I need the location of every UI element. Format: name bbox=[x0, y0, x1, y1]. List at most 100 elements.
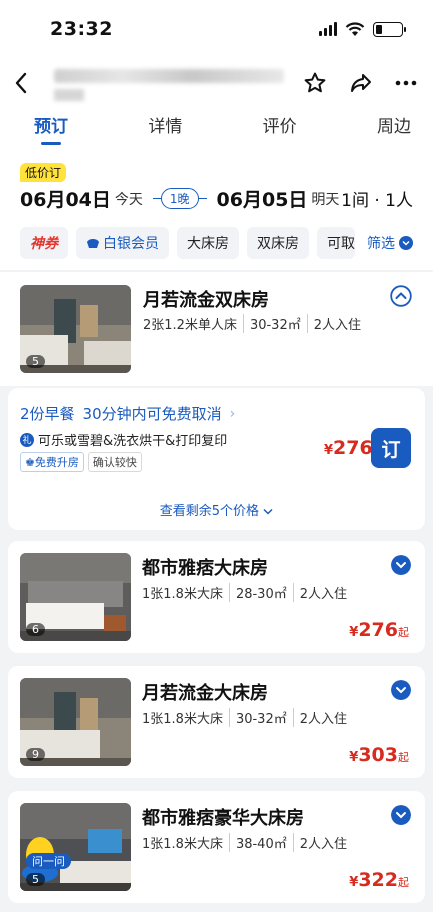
date-row: 06月04日 今天 1晚 06月05日 明天 1间 · 1人 bbox=[20, 185, 413, 212]
status-time: 23:32 bbox=[50, 18, 113, 40]
back-arrow-icon bbox=[15, 72, 27, 94]
back-button[interactable] bbox=[14, 68, 38, 98]
price-value: 303 bbox=[358, 744, 398, 766]
room-spec: 1张1.8米大床 38-40㎡ 2人入住 bbox=[142, 833, 353, 852]
header-area: 23:32 预订 详情 评价 周边 低价订 06月04日 今天 1晚 06月05… bbox=[0, 0, 433, 244]
filter-label: 筛选 bbox=[367, 236, 395, 252]
photo-count-badge: 6 bbox=[26, 623, 45, 636]
room-bed: 1张1.8米大床 bbox=[142, 837, 223, 852]
room-occupancy: 2人入住 bbox=[292, 833, 353, 852]
book-button[interactable]: 订 bbox=[371, 428, 411, 468]
room-price: ¥303起 bbox=[349, 744, 409, 766]
price-value: 276 bbox=[333, 437, 373, 459]
member-icon bbox=[87, 239, 99, 248]
room-photo[interactable]: 问一问 5 bbox=[20, 803, 131, 891]
room-name: 月若流金大床房 bbox=[142, 683, 268, 704]
tab-nearby[interactable]: 周边 bbox=[377, 108, 411, 137]
room-spec: 2张1.2米单人床 30-32㎡ 2人入住 bbox=[143, 314, 367, 333]
checkout-date[interactable]: 06月05日 bbox=[217, 185, 308, 212]
photo-count-badge: 5 bbox=[26, 873, 45, 886]
photo-count-badge: 5 bbox=[26, 355, 45, 368]
room-photo[interactable]: 5 bbox=[20, 285, 131, 373]
offer-tags: ♚免费升房 确认较快 bbox=[20, 452, 142, 472]
chevron-right-icon: › bbox=[229, 405, 236, 422]
room-occupancy: 2人入住 bbox=[292, 583, 353, 602]
battery-icon bbox=[373, 21, 406, 37]
tag-free-upgrade: ♚免费升房 bbox=[20, 452, 84, 472]
room-price: ¥276起 bbox=[349, 619, 409, 641]
share-icon[interactable] bbox=[349, 71, 373, 95]
more-icon[interactable] bbox=[395, 80, 417, 86]
chevron-down-icon bbox=[399, 236, 413, 250]
currency-symbol: ¥ bbox=[349, 875, 359, 890]
room-name: 都市雅痞大床房 bbox=[142, 558, 268, 579]
more-prices-label: 查看剩余5个价格 bbox=[159, 504, 260, 519]
more-prices-link[interactable]: 查看剩余5个价格 bbox=[8, 500, 425, 519]
filter-chip-twin-bed[interactable]: 双床房 bbox=[247, 227, 309, 259]
offer-price: ¥276 bbox=[324, 437, 373, 459]
gift-icon: 礼 bbox=[20, 432, 34, 447]
chevron-up-icon[interactable] bbox=[390, 285, 412, 307]
chevron-down-icon[interactable] bbox=[391, 555, 411, 575]
room-price: ¥322起 bbox=[349, 869, 409, 891]
room-bed: 1张1.8米大床 bbox=[142, 587, 223, 602]
perk-text: 可乐或雪碧&洗衣烘干&打印复印 bbox=[38, 434, 228, 449]
checkin-date[interactable]: 06月04日 bbox=[20, 185, 111, 212]
room-bed: 1张1.8米大床 bbox=[142, 712, 223, 727]
nav-bar bbox=[0, 58, 433, 108]
low-price-badge: 低价订 bbox=[20, 163, 67, 182]
crown-icon: ♚ bbox=[25, 456, 35, 469]
room-area: 30-32㎡ bbox=[228, 708, 293, 727]
room-spec: 1张1.8米大床 28-30㎡ 2人入住 bbox=[142, 583, 353, 602]
checkout-day: 明天 bbox=[311, 191, 340, 208]
tab-booking[interactable]: 预订 bbox=[34, 108, 68, 137]
nav-actions bbox=[303, 71, 417, 95]
rate-offer[interactable]: 2份早餐 30分钟内可免费取消 › 礼 可乐或雪碧&洗衣烘干&打印复印 ♚免费升… bbox=[8, 388, 425, 530]
room-name: 都市雅痞豪华大床房 bbox=[142, 808, 304, 829]
nights-indicator: 1晚 bbox=[152, 188, 207, 209]
room-card[interactable]: 问一问 5 都市雅痞豪华大床房 1张1.8米大床 38-40㎡ 2人入住 ¥32… bbox=[8, 791, 425, 903]
room-spec: 1张1.8米大床 30-32㎡ 2人入住 bbox=[142, 708, 353, 727]
status-bar: 23:32 bbox=[0, 0, 433, 58]
nights-count: 1晚 bbox=[160, 188, 199, 209]
wifi-icon bbox=[345, 21, 365, 36]
rooms-guests[interactable]: 1间 · 1人 bbox=[341, 186, 413, 211]
signal-icon bbox=[319, 22, 337, 36]
filter-chip-coupon[interactable]: 神券 bbox=[20, 227, 68, 259]
breakfast-label: 2份早餐 bbox=[20, 405, 75, 423]
star-icon[interactable] bbox=[303, 71, 327, 95]
room-card[interactable]: 9 月若流金大床房 1张1.8米大床 30-32㎡ 2人入住 ¥303起 bbox=[8, 666, 425, 778]
hotel-name-blurred bbox=[54, 65, 293, 101]
filter-chip-cancellable[interactable]: 可取 bbox=[317, 227, 355, 259]
room-area: 38-40㎡ bbox=[228, 833, 293, 852]
filter-chip-silver-member[interactable]: 白银会员 bbox=[76, 227, 169, 259]
room-card[interactable]: 6 都市雅痞大床房 1张1.8米大床 28-30㎡ 2人入住 ¥276起 bbox=[8, 541, 425, 653]
chevron-down-icon[interactable] bbox=[391, 680, 411, 700]
status-icons bbox=[319, 21, 406, 37]
ask-badge[interactable]: 问一问 bbox=[26, 853, 71, 869]
price-suffix: 起 bbox=[398, 626, 409, 639]
room-photo[interactable]: 9 bbox=[20, 678, 131, 766]
price-suffix: 起 bbox=[398, 751, 409, 764]
chevron-down-icon[interactable] bbox=[391, 805, 411, 825]
checkin-day: 今天 bbox=[114, 191, 143, 208]
room-occupancy: 2人入住 bbox=[306, 314, 367, 333]
cancel-policy[interactable]: 30分钟内可免费取消 bbox=[83, 403, 222, 424]
price-value: 322 bbox=[358, 869, 398, 891]
room-area: 30-32㎡ bbox=[242, 314, 307, 333]
room-area: 28-30㎡ bbox=[228, 583, 293, 602]
offer-headline: 2份早餐 30分钟内可免费取消 › bbox=[20, 403, 235, 424]
tab-reviews[interactable]: 评价 bbox=[263, 108, 297, 137]
filter-chip-king-bed[interactable]: 大床房 bbox=[177, 227, 239, 259]
room-photo[interactable]: 6 bbox=[20, 553, 131, 641]
price-suffix: 起 bbox=[398, 876, 409, 889]
room-bed: 2张1.2米单人床 bbox=[143, 318, 237, 333]
price-value: 276 bbox=[358, 619, 398, 641]
tag-fast-confirm: 确认较快 bbox=[87, 452, 142, 472]
room-card-expanded[interactable]: 5 月若流金双床房 2张1.2米单人床 30-32㎡ 2人入住 bbox=[0, 272, 433, 386]
filter-button[interactable]: 筛选 bbox=[367, 233, 413, 253]
tab-details[interactable]: 详情 bbox=[148, 108, 182, 137]
filter-chip-silver-label: 白银会员 bbox=[103, 236, 159, 252]
currency-symbol: ¥ bbox=[324, 443, 334, 458]
offer-perk: 礼 可乐或雪碧&洗衣烘干&打印复印 bbox=[20, 430, 227, 449]
